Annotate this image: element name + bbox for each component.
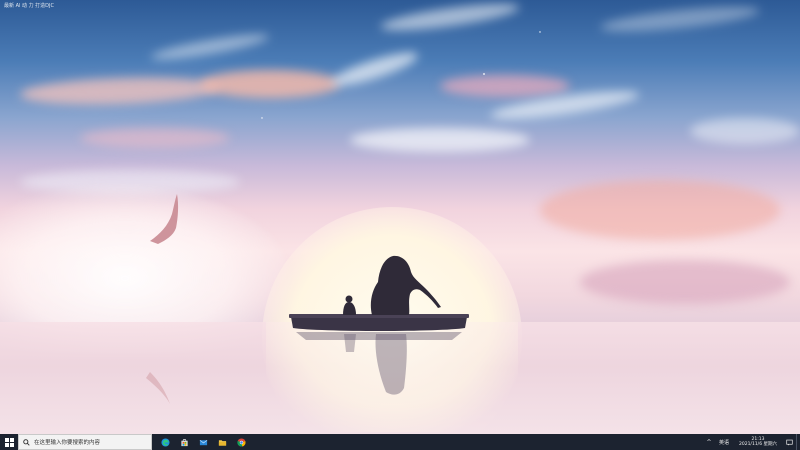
edge-icon xyxy=(161,437,170,447)
search-icon xyxy=(23,438,30,446)
child-body-silhouette xyxy=(343,302,356,315)
clock-date: 2021/11/6 星期六 xyxy=(738,442,777,447)
store-icon xyxy=(181,438,188,446)
file-explorer-app-button[interactable] xyxy=(213,434,232,450)
pinned-apps xyxy=(156,434,251,450)
whale-tail-silhouette xyxy=(150,194,179,244)
taskbar-clock[interactable]: 21:13 2021/11/6 星期六 xyxy=(734,434,782,450)
desktop-caption-text: 最新 Al 动 力 打造DJC xyxy=(4,3,54,9)
system-tray: ^ 英语 21:13 2021/11/6 星期六 xyxy=(704,434,800,450)
windows-logo-icon xyxy=(4,437,14,447)
chrome-icon xyxy=(237,437,246,447)
search-placeholder-text: 在这里输入你要搜索的内容 xyxy=(34,440,101,446)
star xyxy=(483,73,485,75)
star xyxy=(261,117,263,119)
show-hidden-icons-chevron-icon[interactable]: ^ xyxy=(704,439,714,446)
store-app-button[interactable] xyxy=(175,434,194,450)
elephant-silhouette xyxy=(370,255,441,315)
desktop-wallpaper: 最新 Al 动 力 打造DJC xyxy=(0,0,800,434)
input-method-indicator[interactable]: 英语 xyxy=(714,439,734,446)
edge-app-button[interactable] xyxy=(156,434,175,450)
elephant-reflection xyxy=(375,334,407,395)
mail-app-button[interactable] xyxy=(194,434,213,450)
child-reflection xyxy=(344,334,356,352)
boat-silhouette xyxy=(291,317,467,331)
silhouette-scene xyxy=(146,31,541,404)
star xyxy=(539,31,541,33)
mail-icon xyxy=(199,439,208,445)
whale-tail-reflection xyxy=(146,372,170,404)
notification-icon xyxy=(785,439,793,445)
start-button[interactable] xyxy=(0,434,18,450)
notification-center-button[interactable] xyxy=(782,434,796,450)
taskbar: 在这里输入你要搜索的内容 ^ 英语 21:13 2021/11/6 星期六 xyxy=(0,434,800,450)
child-head-silhouette xyxy=(345,295,353,303)
taskbar-search-box[interactable]: 在这里输入你要搜索的内容 xyxy=(18,434,152,450)
file-explorer-icon xyxy=(218,439,227,446)
show-desktop-button[interactable] xyxy=(796,434,800,450)
chrome-app-button[interactable] xyxy=(232,434,251,450)
